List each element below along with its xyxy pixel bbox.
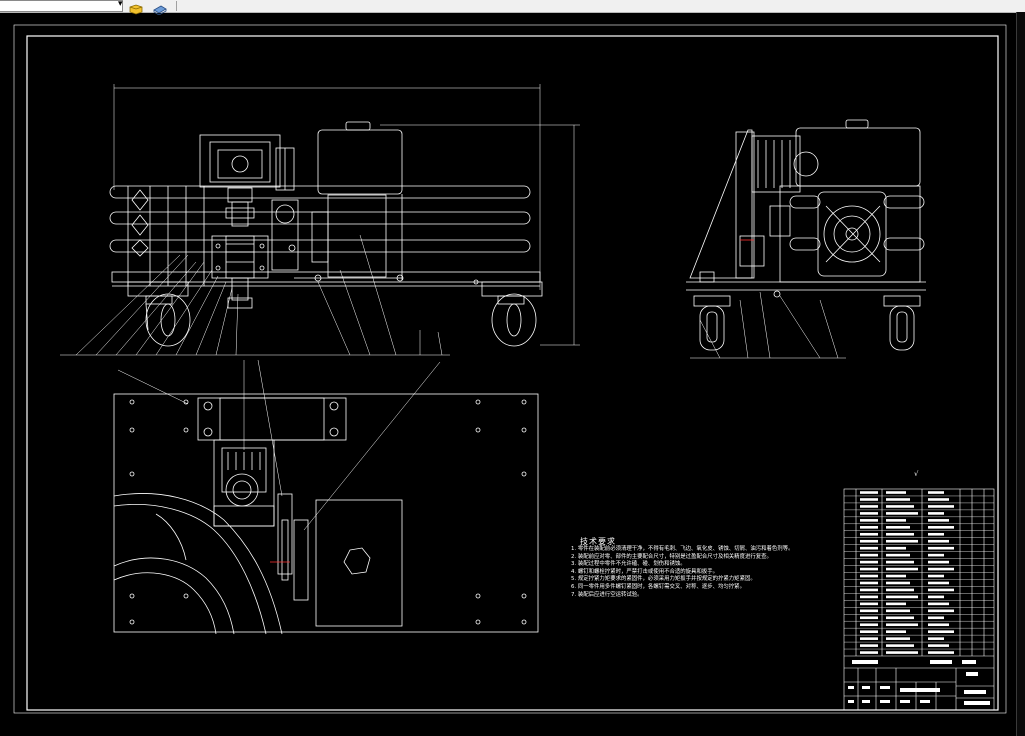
- bom-cell-text: [886, 560, 914, 564]
- layer-dropdown[interactable]: ▾: [0, 0, 123, 12]
- bom-cell-text: [860, 567, 878, 571]
- layer-dropdown-arrow-icon[interactable]: ▾: [118, 0, 123, 10]
- bom-cell-text: [928, 498, 949, 501]
- bom-cell-text: [928, 651, 954, 654]
- bom-cell-text: [928, 588, 954, 592]
- bom-cell-text: [860, 526, 878, 529]
- bom-cell-text: [928, 623, 949, 627]
- layer-previous-icon[interactable]: [152, 0, 168, 16]
- bom-cell-text: [886, 637, 910, 640]
- bom-cell-text: [886, 595, 918, 599]
- side-view: [686, 119, 926, 359]
- surface-roughness-symbol: √: [914, 470, 919, 478]
- bom-cell-text: [928, 553, 944, 557]
- bom-cell-text: [886, 553, 910, 557]
- bom-cell-text: [860, 491, 878, 494]
- bom-cell-text: [886, 651, 918, 654]
- bom-cell-text: [928, 532, 944, 536]
- sheet-inner-border: [26, 35, 999, 711]
- bom-cell-text: [886, 644, 914, 647]
- bom-cell-text: [886, 616, 914, 620]
- bom-cell-text: [860, 637, 878, 640]
- bom-cell-text: [860, 519, 878, 522]
- bom-cell-text: [860, 644, 878, 647]
- bom-cell-text: [860, 609, 878, 613]
- bom-cell-text: [860, 539, 878, 543]
- bom-cell-text: [928, 630, 954, 633]
- bom-cell-text: [886, 491, 906, 494]
- bom-cell-text: [860, 623, 878, 627]
- top-view: [113, 359, 539, 635]
- bom-cell-text: [860, 630, 878, 633]
- bom-cell-text: [860, 574, 878, 578]
- bom-cell-text: [860, 498, 878, 501]
- window-right-edge: [1016, 12, 1025, 736]
- requirement-line: 6. 同一零件用多件螺钉紧固时，各螺钉需交叉、对称、逐步、均匀拧紧。: [571, 583, 745, 590]
- requirement-line: 7. 装配后应进行空运转试验。: [571, 591, 643, 598]
- bom-cell-text: [860, 553, 878, 557]
- bom-cell-text: [860, 602, 878, 606]
- cad-drawing-canvas[interactable]: [0, 12, 1016, 736]
- bom-cell-text: [860, 560, 878, 564]
- bom-cell-text: [886, 519, 906, 522]
- bom-cell-text: [928, 609, 954, 613]
- bom-cell-text: [886, 602, 906, 606]
- bom-cell-text: [928, 616, 944, 620]
- bom-cell-text: [860, 512, 878, 515]
- bom-cell-text: [886, 539, 918, 543]
- bom-cell-text: [928, 519, 949, 522]
- bom-cell-text: [928, 546, 954, 550]
- toolbar-separator: [176, 1, 177, 11]
- bom-cell-text: [928, 644, 949, 647]
- bom-cell-text: [928, 581, 949, 585]
- front-view: [60, 84, 580, 356]
- bom-cell-text: [886, 567, 918, 571]
- bom-cell-text: [886, 532, 914, 536]
- bom-cell-text: [860, 546, 878, 550]
- bom-cell-text: [886, 623, 918, 627]
- technical-requirements-list: 1. 零件在装配前必须清理干净，不得有毛刺、飞边、氧化皮、锈蚀、切屑、油污和着色…: [571, 546, 793, 599]
- bom-cell-text: [860, 595, 878, 599]
- bom-cell-text: [886, 526, 910, 529]
- bom-cell-text: [928, 505, 954, 508]
- bom-cell-text: [886, 630, 906, 633]
- bom-cell-text: [886, 512, 918, 515]
- bom-cell-text: [928, 602, 949, 606]
- bom-cell-text: [928, 637, 944, 640]
- title-block: [843, 488, 995, 711]
- bom-cell-text: [928, 491, 944, 494]
- bom-cell-text: [928, 560, 949, 564]
- bom-cell-text: [928, 574, 944, 578]
- bom-cell-text: [886, 498, 910, 501]
- bom-cell-text: [886, 581, 910, 585]
- bom-cell-text: [928, 526, 954, 529]
- bom-cell-text: [886, 546, 906, 550]
- bom-cell-text: [860, 532, 878, 536]
- bom-table: [844, 495, 994, 650]
- bom-cell-text: [860, 581, 878, 585]
- requirement-line: 3. 装配过程中零件不允许磕、碰、划伤和锈蚀。: [571, 561, 686, 568]
- bom-cell-text: [886, 588, 914, 592]
- requirement-line: 1. 零件在装配前必须清理干净，不得有毛刺、飞边、氧化皮、锈蚀、切屑、油污和着色…: [571, 546, 794, 552]
- bom-cell-text: [928, 567, 954, 571]
- bom-cell-text: [886, 609, 910, 613]
- bom-cell-text: [928, 512, 944, 515]
- bom-cell-text: [928, 595, 944, 599]
- bom-cell-text: [886, 505, 914, 508]
- bom-cell-text: [860, 505, 878, 508]
- bom-cell-text: [860, 616, 878, 620]
- bom-cell-text: [886, 574, 906, 578]
- requirement-line: 5. 规定拧紧力矩要求的紧固件，必须采用力矩扳手并按规定的拧紧力矩紧固。: [571, 576, 756, 583]
- bom-cell-text: [928, 539, 949, 543]
- layer-state-icon[interactable]: [128, 0, 144, 15]
- bom-cell-text: [860, 651, 878, 654]
- bom-cell-text: [860, 588, 878, 592]
